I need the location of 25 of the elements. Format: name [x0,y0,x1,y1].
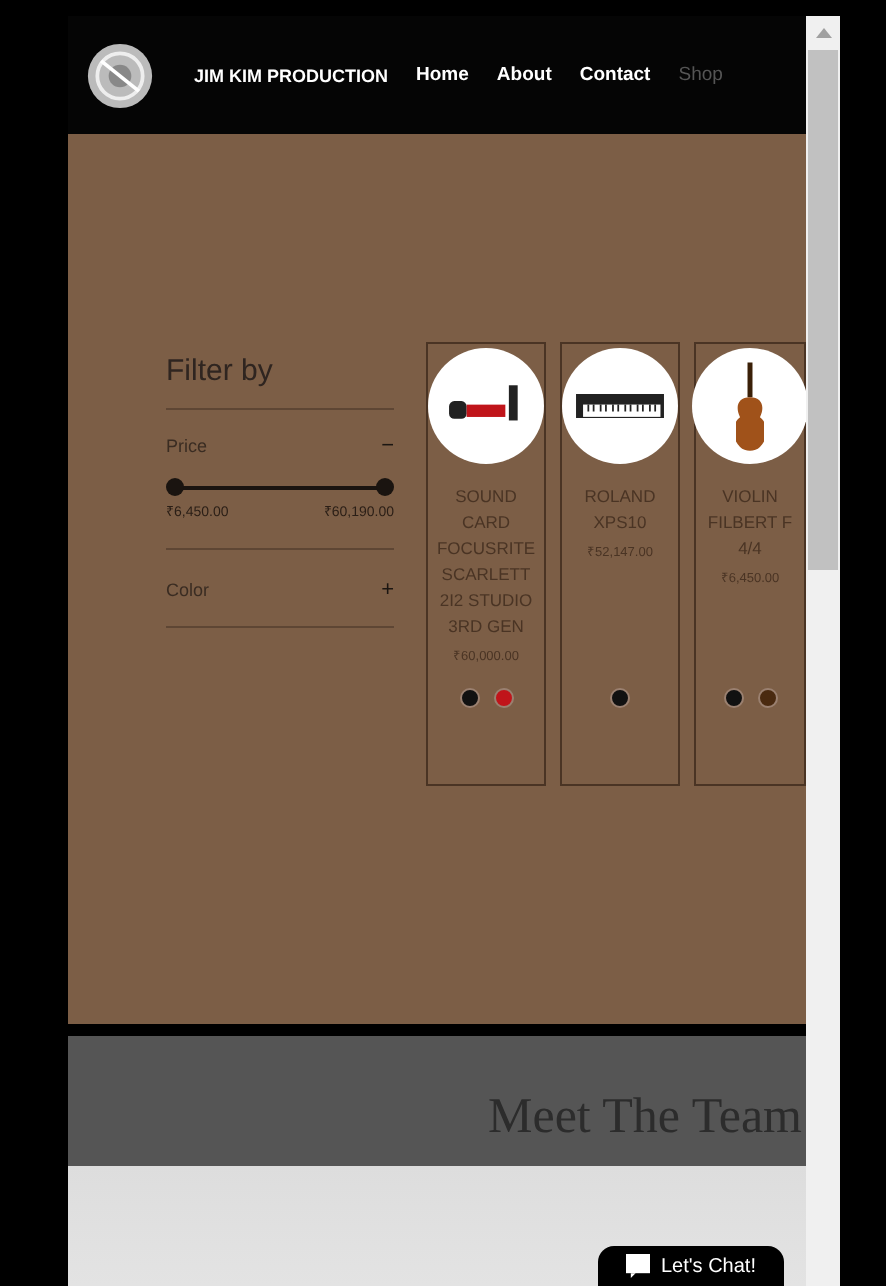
color-swatch[interactable] [493,688,513,708]
keyboard-icon [576,393,664,419]
scrollbar[interactable] [806,16,840,1286]
expand-toggle[interactable]: + [381,578,394,602]
nav-link[interactable]: Shop [678,64,723,86]
nav-link[interactable]: Home [416,64,469,86]
nav-link[interactable]: Contact [579,64,651,86]
color-swatch[interactable] [459,688,479,708]
chat-bubble-icon [625,1254,649,1278]
price-range-slider[interactable] [166,478,394,496]
color-swatch[interactable] [723,688,743,708]
slider-handle[interactable] [166,478,184,496]
chat-button[interactable]: Let's Chat! [597,1246,784,1286]
disc-logo-icon[interactable] [86,41,154,109]
color-swatch[interactable] [757,688,777,708]
brand-name[interactable]: JIM KIM PRODUCTION [194,65,389,85]
filter-title: Filter by [166,354,394,410]
price-label: Price [166,436,208,456]
scroll-up-icon[interactable] [815,28,831,38]
violin-icon [736,360,764,452]
nav-link[interactable]: About [496,64,552,86]
color-swatch[interactable] [610,688,630,708]
collapse-toggle[interactable]: − [381,434,394,458]
color-label: Color [166,580,210,600]
slider-handle[interactable] [376,478,394,496]
